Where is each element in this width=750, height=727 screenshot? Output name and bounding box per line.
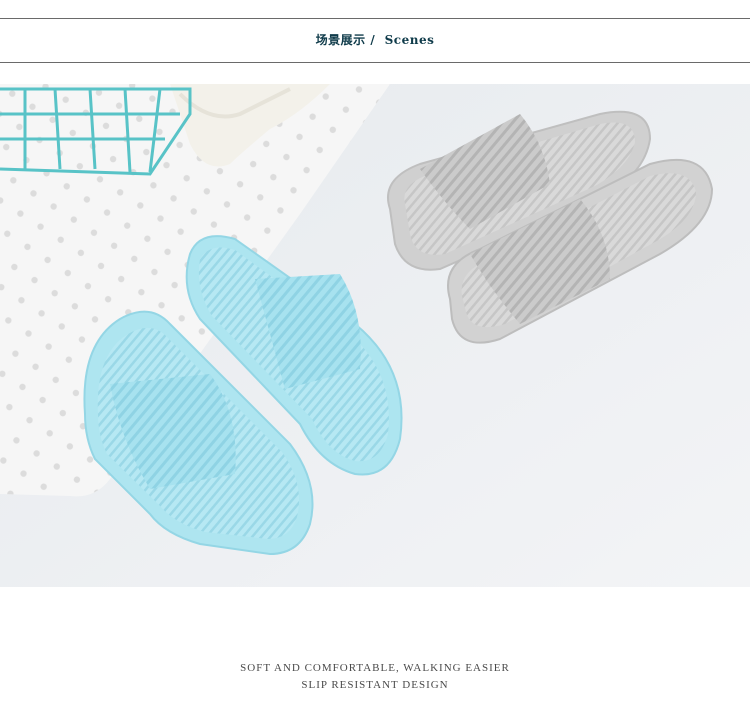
section-title: 场景展示 / Scenes <box>0 31 750 48</box>
slippers-photo-illustration <box>0 84 750 587</box>
header-top-rule <box>0 18 750 19</box>
section-header: 场景展示 / Scenes <box>0 0 750 84</box>
product-scene-photo <box>0 84 750 587</box>
header-bottom-rule <box>0 62 750 63</box>
caption-line-1: SOFT AND COMFORTABLE, WALKING EASIER <box>240 662 510 674</box>
section-title-en: Scenes <box>384 33 435 47</box>
section-title-cn: 场景展示 <box>315 33 366 47</box>
caption-line-2: SLIP RESISTANT DESIGN <box>301 679 449 691</box>
